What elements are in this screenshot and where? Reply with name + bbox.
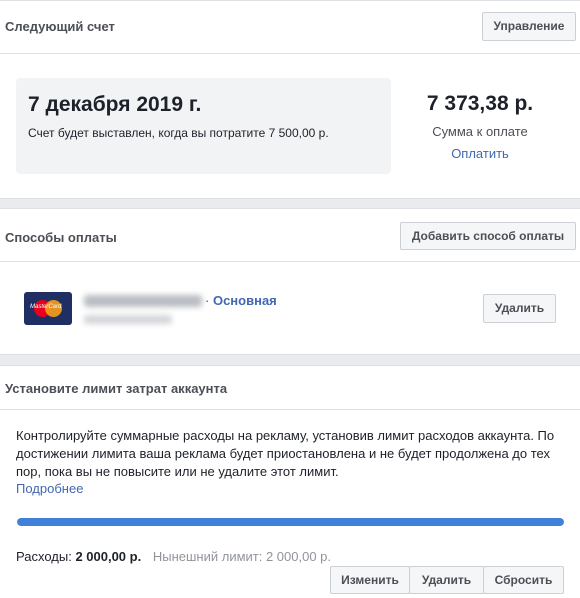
- spent-label: Расходы:: [16, 549, 72, 564]
- spent-value: 2 000,00 р.: [75, 549, 142, 564]
- bill-date: 7 декабря 2019 г.: [28, 93, 202, 116]
- delete-card-button[interactable]: Удалить: [483, 294, 556, 323]
- spend-progress-fill: [17, 518, 564, 526]
- pay-link[interactable]: Оплатить: [396, 146, 564, 161]
- amount-due-label: Сумма к оплате: [432, 124, 528, 139]
- primary-badge: Основная: [212, 293, 277, 308]
- card-separator: ·: [205, 293, 210, 308]
- delete-limit-button[interactable]: Удалить: [409, 566, 484, 594]
- card-details-redacted: [84, 315, 172, 324]
- current-limit: Нынешний лимит: 2 000,00 р.: [152, 549, 332, 564]
- next-bill-panel: Следующий счет Управление 7 декабря 2019…: [0, 0, 580, 199]
- mastercard-logo-text: MasterCard: [30, 304, 62, 310]
- spend-progress-bar: [17, 518, 564, 526]
- edit-limit-button[interactable]: Изменить: [330, 566, 410, 594]
- learn-more-link[interactable]: Подробнее: [16, 481, 83, 496]
- spend-limit-title: Установите лимит затрат аккаунта: [5, 381, 228, 396]
- spend-limit-header: Установите лимит затрат аккаунта: [0, 366, 580, 410]
- amount-due: 7 373,38 р.: [426, 92, 534, 115]
- payment-methods-title: Способы оплаты: [5, 230, 117, 245]
- next-bill-title: Следующий счет: [5, 19, 115, 34]
- next-bill-header: Следующий счет Управление: [0, 1, 580, 54]
- mastercard-icon: MasterCard: [24, 292, 72, 325]
- spend-limit-description: Контролируйте суммарные расходы на рекла…: [16, 428, 555, 479]
- bill-date-box: 7 декабря 2019 г. Счет будет выставлен, …: [16, 78, 391, 174]
- card-primary-label: · Основная: [205, 293, 277, 308]
- reset-limit-button[interactable]: Сбросить: [483, 566, 564, 594]
- manage-button[interactable]: Управление: [482, 12, 576, 41]
- add-payment-method-button[interactable]: Добавить способ оплаты: [400, 222, 576, 250]
- bill-threshold-note: Счет будет выставлен, когда вы потратите…: [28, 126, 329, 140]
- card-name-redacted: [84, 295, 202, 307]
- limit-button-group: Изменить Удалить Сбросить: [330, 566, 564, 594]
- payment-methods-panel: Способы оплаты Добавить способ оплаты Ma…: [0, 208, 580, 355]
- spend-summary: Расходы: 2 000,00 р. Нынешний лимит: 2 0…: [16, 549, 331, 564]
- spend-limit-panel: Установите лимит затрат аккаунта Контрол…: [0, 365, 580, 598]
- payment-methods-header: Способы оплаты Добавить способ оплаты: [0, 209, 580, 262]
